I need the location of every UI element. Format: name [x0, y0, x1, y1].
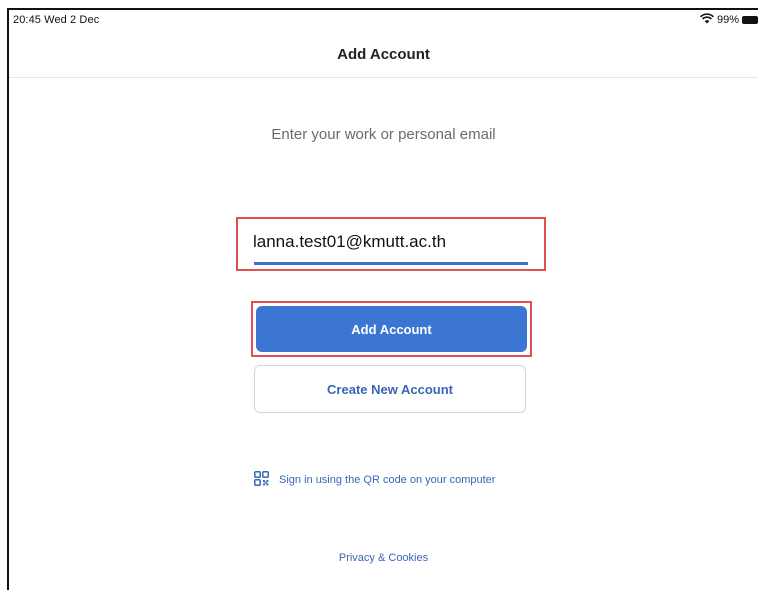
status-time: 20:45 Wed 2 Dec [13, 14, 100, 26]
qr-sign-in-link[interactable]: Sign in using the QR code on your comput… [254, 471, 495, 489]
qr-code-icon [254, 471, 269, 489]
privacy-cookies-link[interactable]: Privacy & Cookies [9, 552, 758, 564]
wifi-icon [700, 13, 714, 27]
email-input[interactable]: lanna.test01@kmutt.ac.th [253, 232, 446, 252]
create-new-account-button[interactable]: Create New Account [254, 365, 526, 413]
add-account-button[interactable]: Add Account [256, 306, 527, 352]
battery-percent: 99% [716, 14, 739, 26]
status-indicators: 99% [700, 13, 758, 27]
navigation-bar: Add Account [9, 32, 758, 78]
app-screen: 20:45 Wed 2 Dec 99% Add Account Enter yo… [7, 8, 758, 590]
page-title: Add Account [337, 46, 430, 63]
qr-sign-in-label: Sign in using the QR code on your comput… [279, 474, 496, 486]
email-input-underline [254, 262, 528, 265]
status-bar: 20:45 Wed 2 Dec 99% [9, 10, 758, 32]
email-prompt: Enter your work or personal email [271, 126, 496, 143]
add-account-highlight: Add Account [251, 301, 532, 357]
battery-icon [742, 16, 758, 24]
email-field-highlight: lanna.test01@kmutt.ac.th [236, 217, 546, 271]
